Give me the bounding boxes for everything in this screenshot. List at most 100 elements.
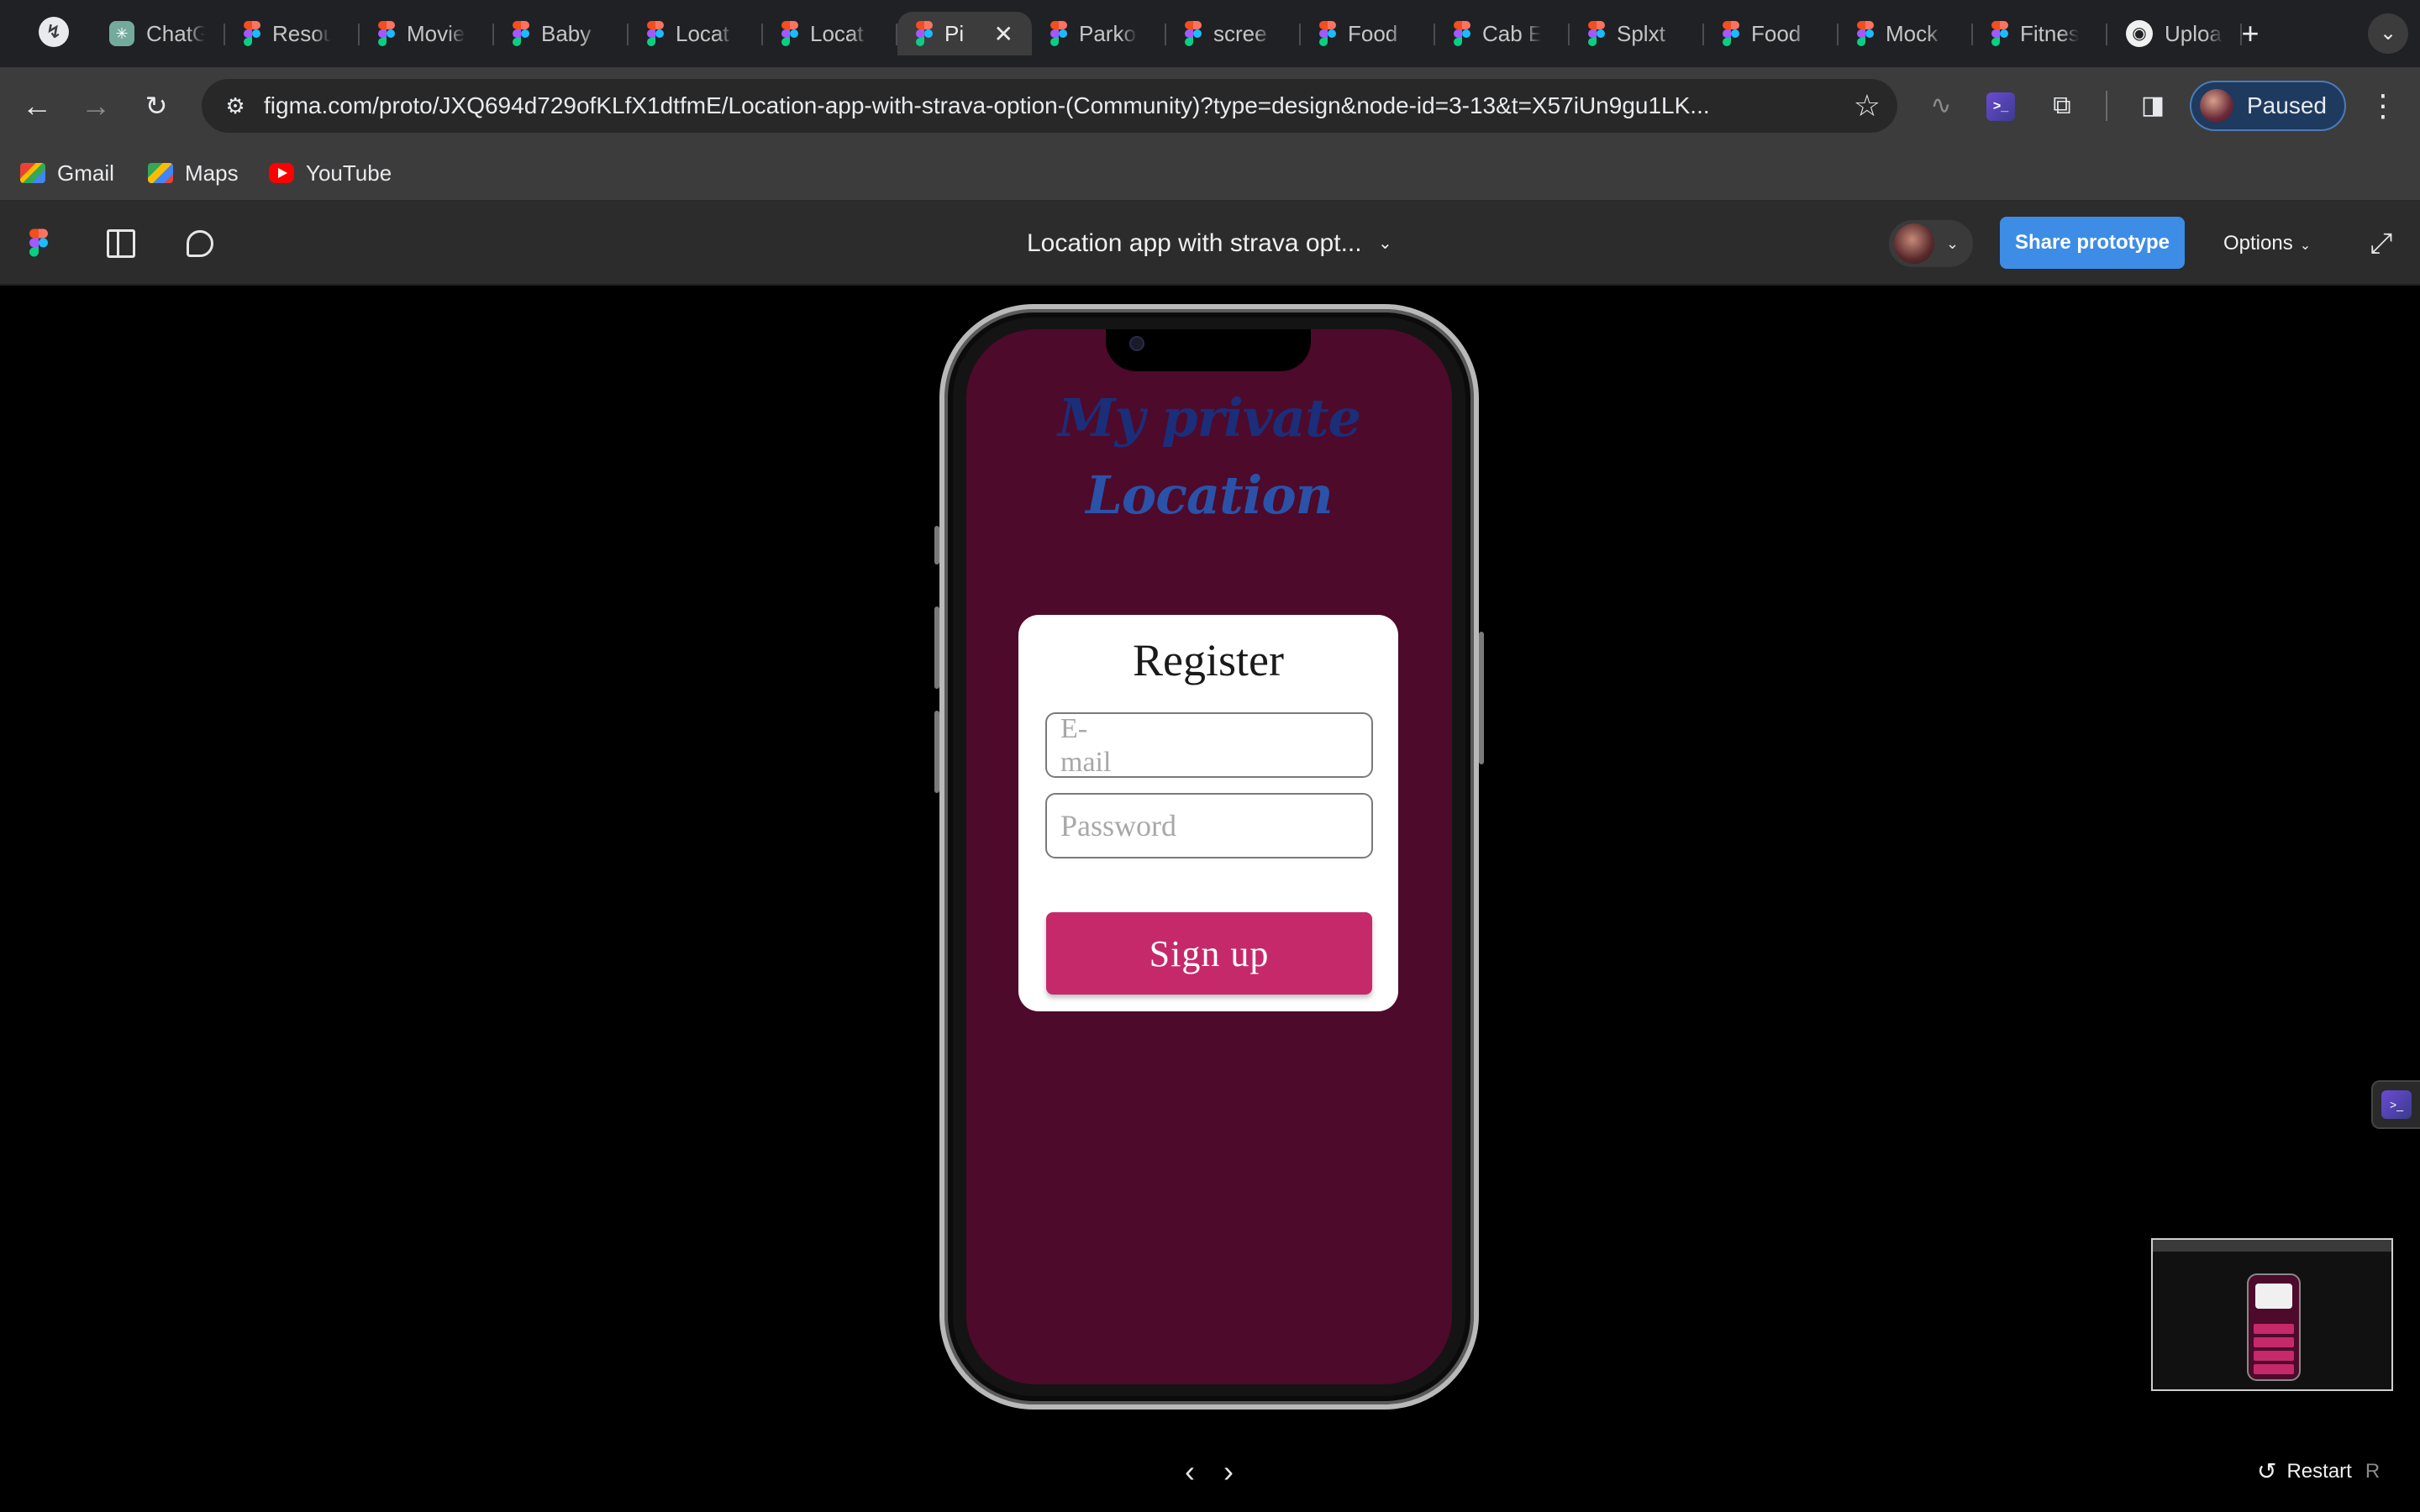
register-card: Register E-mail Sign up — [1018, 615, 1398, 1011]
bookmark-star-icon[interactable]: ☆ — [1854, 87, 1881, 124]
minimap-row — [2254, 1351, 2294, 1361]
tab-figma[interactable]: Locat — [629, 12, 763, 55]
tab-active[interactable]: Pi ✕ — [897, 12, 1032, 55]
tab-figma[interactable]: Baby — [494, 12, 629, 55]
floating-extension-button[interactable]: >_ — [2371, 1080, 2420, 1129]
tab-title: Mock — [1886, 20, 1939, 46]
tab-title: Parko — [1079, 20, 1136, 46]
tab-figma[interactable]: Resou — [225, 12, 360, 55]
github-icon: ◉ — [2126, 20, 2153, 47]
restart-shortcut: R — [2365, 1460, 2381, 1483]
password-field[interactable] — [1045, 793, 1373, 858]
comment-icon[interactable] — [180, 223, 220, 264]
site-info-tune-icon[interactable]: ⚙ — [218, 89, 252, 123]
tab-figma[interactable]: Parko — [1032, 12, 1166, 55]
file-title[interactable]: Location app with strava opt... — [1027, 225, 1362, 262]
back-arrow-icon[interactable]: ← — [17, 86, 57, 126]
browser-tab-strip: ↯ ✳ ChatG Resou Movie Baby Locat Locat P… — [0, 0, 2420, 67]
bookmark-youtube[interactable]: YouTube — [269, 156, 392, 190]
figma-icon — [1319, 21, 1336, 46]
tab-title: scree — [1213, 20, 1267, 46]
phone-side-button — [934, 711, 939, 793]
tab-figma[interactable]: Locat — [763, 12, 897, 55]
app-title: My private Location — [966, 380, 1452, 534]
figma-icon — [378, 21, 395, 46]
reload-icon[interactable]: ↻ — [136, 86, 176, 126]
bookmark-maps[interactable]: Maps — [148, 156, 239, 190]
tab-title: Splxt — [1617, 20, 1665, 46]
tab-title: Food — [1751, 20, 1802, 46]
figma-icon — [647, 21, 664, 46]
figma-icon — [1723, 21, 1739, 46]
new-tab-button[interactable]: + — [2232, 15, 2269, 52]
bookmark-label: Maps — [185, 160, 239, 186]
tab-figma[interactable]: Food — [1704, 12, 1839, 55]
address-bar[interactable]: ⚙ figma.com/proto/JXQ694d729ofKLfX1dtfmE… — [202, 79, 1897, 133]
next-frame-icon[interactable]: › — [1212, 1452, 1245, 1492]
phone-side-button — [934, 526, 939, 564]
profile-status: Paused — [2247, 92, 2327, 118]
app-title-line: My private — [1057, 387, 1361, 449]
tab-title: Locat — [676, 20, 729, 46]
previous-frame-icon[interactable]: ‹ — [1173, 1452, 1207, 1492]
figma-icon — [916, 21, 933, 46]
sign-up-button[interactable]: Sign up — [1046, 912, 1372, 995]
tab-title: Uploa — [2165, 20, 2222, 46]
chatgpt-icon: ✳ — [109, 21, 134, 46]
tab-figma[interactable]: Movie — [360, 12, 494, 55]
side-panel-icon[interactable]: ◨ — [2133, 87, 2173, 124]
restart-button[interactable]: ↺ Restart R — [2257, 1455, 2380, 1488]
figma-icon — [1991, 21, 2008, 46]
profile-button[interactable]: Paused — [2190, 81, 2346, 131]
phone-side-button — [1479, 632, 1484, 764]
tab-figma[interactable]: Cab E — [1435, 12, 1570, 55]
tab-title: Cab E — [1482, 20, 1541, 46]
chevron-down-icon[interactable]: ⌄ — [1378, 225, 1392, 262]
sidebar-toggle-icon[interactable] — [101, 223, 141, 264]
tab-title: Pi — [944, 20, 965, 46]
toolbar-divider — [2106, 91, 2107, 121]
tab-figma[interactable]: Fitnes — [1973, 12, 2107, 55]
viewer-menu[interactable]: ⌄ — [1889, 220, 1973, 267]
figma-icon — [1857, 21, 1874, 46]
figma-prototype-header: Location app with strava opt... ⌄ ⌄ Shar… — [0, 202, 2420, 286]
tab-title: Baby — [541, 20, 592, 46]
register-title: Register — [1133, 635, 1284, 685]
extensions-puzzle-icon[interactable]: ⧉ — [2042, 87, 2082, 124]
minimap-row — [2254, 1324, 2294, 1334]
share-prototype-button[interactable]: Share prototype — [2000, 217, 2185, 269]
maps-icon — [148, 163, 173, 183]
bookmark-label: YouTube — [306, 160, 392, 186]
minimap-preview[interactable] — [2151, 1238, 2393, 1391]
url-text[interactable]: figma.com/proto/JXQ694d729ofKLfX1dtfmE/L… — [264, 79, 1818, 133]
figma-icon — [1185, 21, 1202, 46]
email-field[interactable] — [1045, 712, 1373, 778]
extension-icon[interactable]: >_ — [1986, 92, 2015, 121]
close-icon[interactable]: ✕ — [994, 20, 1013, 48]
figma-icon — [1588, 21, 1605, 46]
camera-icon — [1129, 336, 1144, 351]
tab-figma[interactable]: Food — [1301, 12, 1435, 55]
performance-pulse-icon[interactable]: ∿ — [1921, 87, 1961, 124]
tab-figma[interactable]: scree — [1166, 12, 1301, 55]
tab-figma[interactable]: Splxt — [1570, 12, 1704, 55]
forward-arrow-icon[interactable]: → — [76, 86, 116, 126]
browser-extension-logo-icon[interactable]: ↯ — [39, 17, 69, 47]
figma-icon — [781, 21, 798, 46]
tab-title: ChatG — [146, 20, 205, 46]
restart-label: Restart — [2286, 1460, 2352, 1483]
tab-search-chevron-icon[interactable]: ⌄ — [2368, 13, 2408, 54]
bookmark-gmail[interactable]: Gmail — [20, 156, 114, 190]
phone-side-button — [934, 606, 939, 689]
tab-github[interactable]: ◉ Uploa — [2107, 12, 2242, 55]
tab-chatgpt[interactable]: ✳ ChatG — [91, 12, 225, 55]
restart-icon: ↺ — [2257, 1458, 2277, 1484]
more-menu-icon[interactable]: ⋮ — [2366, 84, 2400, 128]
minimap-phone — [2247, 1273, 2301, 1381]
fullscreen-expand-icon[interactable]: ⤢ — [2361, 223, 2402, 264]
tab-figma[interactable]: Mock — [1839, 12, 1973, 55]
options-button[interactable]: Options ⌄ — [2223, 225, 2311, 262]
gmail-icon — [20, 163, 45, 183]
figma-logo-icon[interactable] — [29, 228, 48, 257]
tab-list: ✳ ChatG Resou Movie Baby Locat Locat Pi … — [91, 12, 2242, 55]
